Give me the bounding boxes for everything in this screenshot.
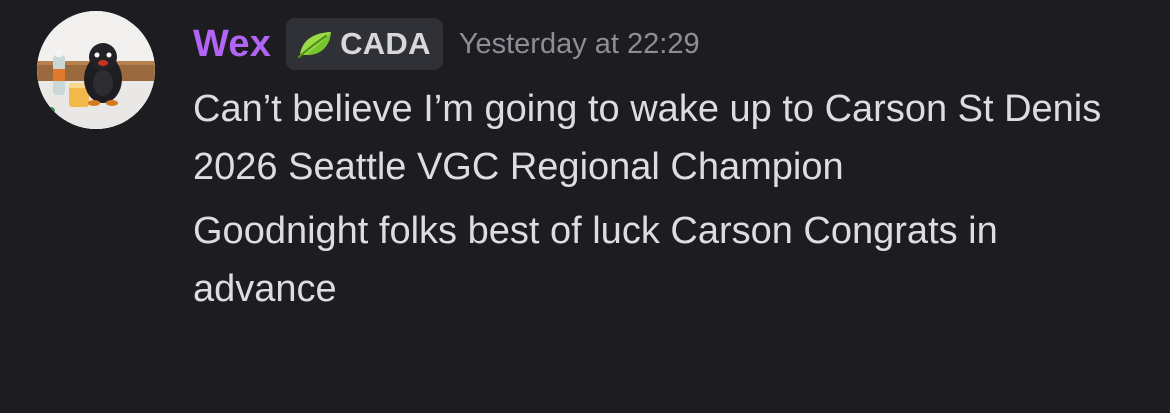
chat-message: Wex CADA Yesterday at 22:29 Can’t believ… bbox=[0, 0, 1170, 413]
server-tag-label: CADA bbox=[340, 26, 431, 61]
leaf-icon bbox=[297, 32, 332, 59]
timestamp[interactable]: Yesterday at 22:29 bbox=[459, 28, 700, 61]
server-tag[interactable]: CADA bbox=[286, 18, 443, 70]
avatar-image bbox=[37, 11, 155, 129]
message-line: Goodnight folks best of luck Carson Cong… bbox=[193, 210, 998, 310]
message-header: Wex CADA Yesterday at 22:29 bbox=[193, 18, 700, 70]
username[interactable]: Wex bbox=[193, 23, 271, 66]
message-line: Can’t believe I’m going to wake up to Ca… bbox=[193, 88, 1102, 188]
avatar[interactable] bbox=[37, 11, 155, 129]
message-content: Can’t believe I’m going to wake up to Ca… bbox=[193, 80, 1143, 318]
